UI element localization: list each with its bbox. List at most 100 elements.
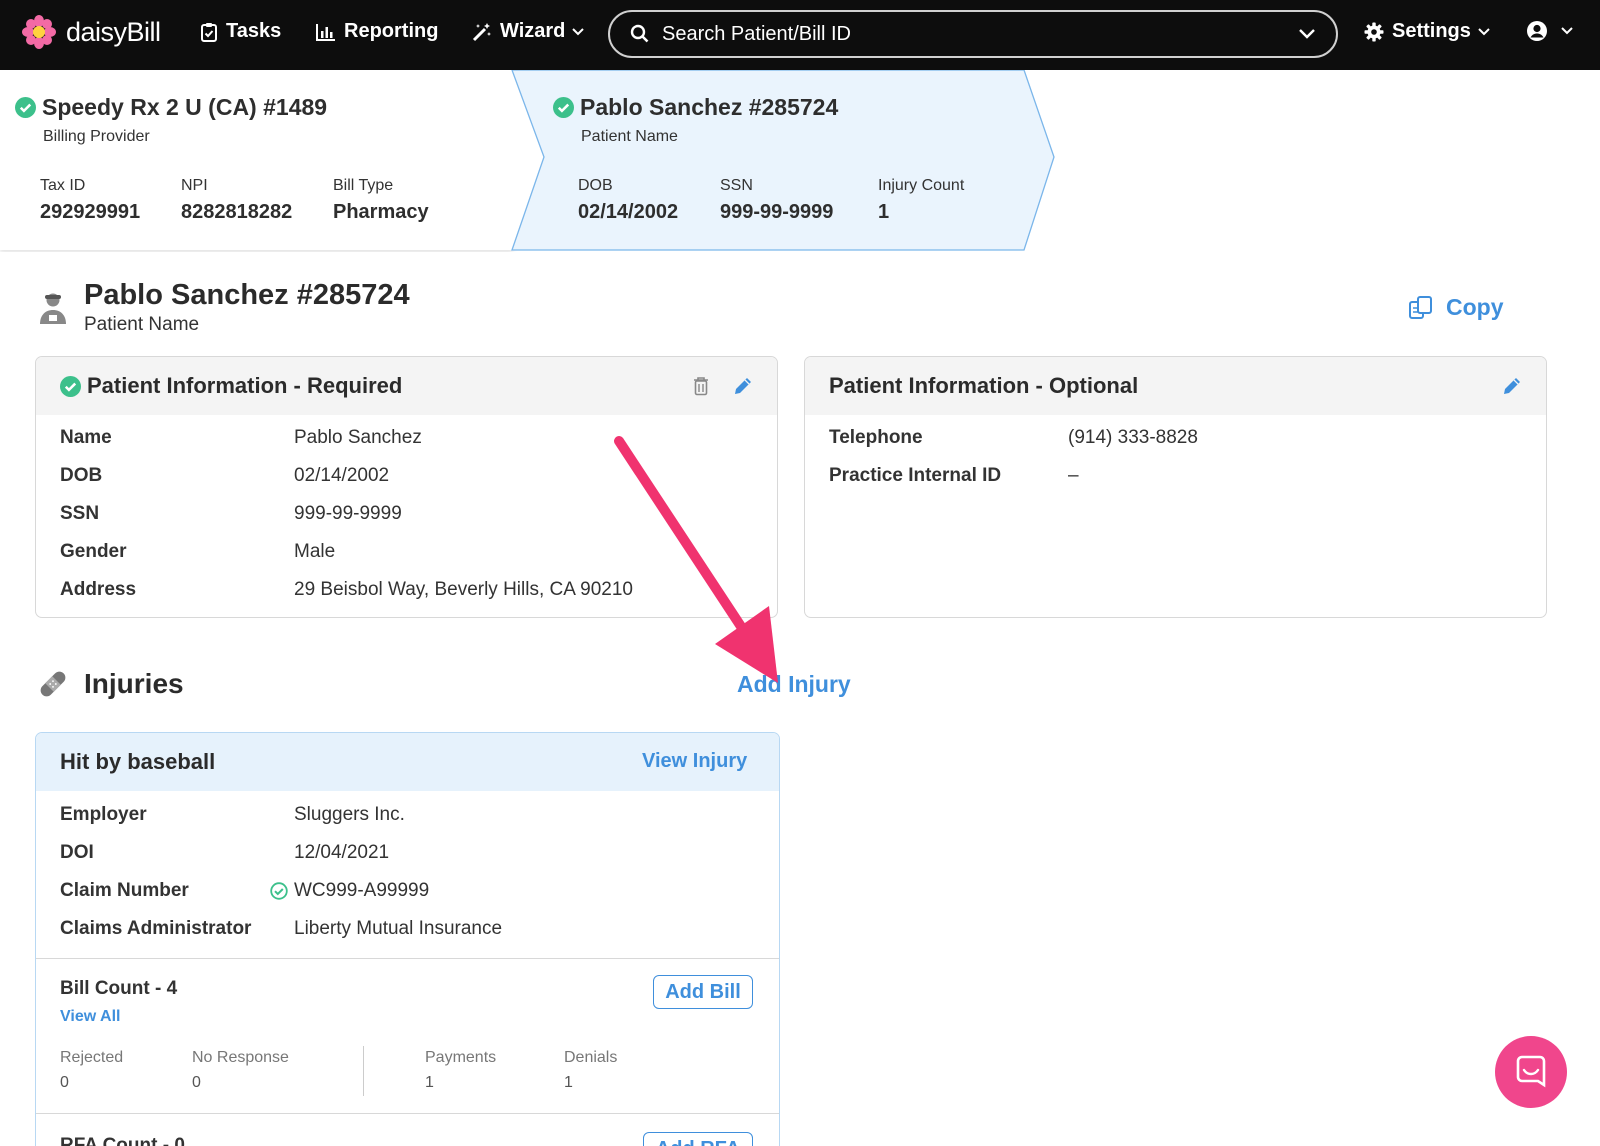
dob-value: 02/14/2002	[578, 201, 679, 223]
row-value: Sluggers Inc.	[294, 804, 405, 825]
add-injury-link[interactable]: Add Injury	[737, 671, 851, 698]
npi-value: 8282818282	[181, 201, 293, 223]
row-label: Claims Administrator	[60, 918, 252, 939]
bill-type-label: Bill Type	[333, 177, 394, 194]
row-label: Name	[60, 427, 112, 448]
bill-count-label: Bill Count - 4	[60, 978, 178, 999]
card-title: Patient Information - Required	[87, 373, 403, 398]
patient-crumb-title: Pablo Sanchez #285724	[553, 94, 838, 121]
row-value: Pablo Sanchez	[294, 427, 422, 448]
stat-rejected-value: 0	[60, 1074, 69, 1091]
patient-bill-search[interactable]	[608, 10, 1338, 58]
row-label: Gender	[60, 541, 127, 562]
search-input[interactable]	[662, 22, 1298, 46]
pencil-edit-icon[interactable]	[733, 376, 753, 396]
bill-type-value: Pharmacy	[333, 201, 429, 223]
row-value: Liberty Mutual Insurance	[294, 918, 503, 939]
tax-id-value: 292929991	[40, 201, 141, 223]
row-value: WC999-A99999	[294, 880, 430, 901]
user-account-menu[interactable]	[1526, 20, 1582, 42]
chevron-down-icon[interactable]	[1298, 28, 1316, 40]
stat-no-response-label: No Response	[192, 1049, 289, 1066]
row-label: DOB	[60, 465, 103, 486]
stat-divider	[363, 1046, 364, 1096]
nav-tasks-label: Tasks	[226, 20, 282, 42]
trash-icon[interactable]	[693, 376, 709, 396]
stat-denials-label: Denials	[564, 1049, 618, 1066]
row-label: Address	[60, 579, 137, 600]
patient-info-optional-card: Patient Information - Optional Telephone…	[804, 356, 1547, 618]
row-label: Claim Number	[60, 880, 189, 901]
stat-payments-label: Payments	[425, 1049, 497, 1066]
clipboard-check-icon	[201, 22, 217, 42]
card-header: Patient Information - Optional	[805, 357, 1546, 415]
bandage-icon	[40, 671, 66, 697]
patient-crumb-subtitle: Patient Name	[581, 128, 678, 145]
injury-count-value: 1	[878, 201, 890, 223]
row-label: Telephone	[829, 427, 923, 448]
row-value: 02/14/2002	[294, 465, 390, 486]
row-value: –	[1068, 465, 1079, 486]
ssn-value: 999-99-9999	[720, 201, 834, 223]
rfa-count-label: RFA Count - 0	[60, 1135, 185, 1146]
copy-icon	[1409, 295, 1432, 319]
injury-count-label: Injury Count	[878, 177, 965, 194]
check-circle-outline-icon	[270, 882, 288, 900]
chat-support-button[interactable]	[1495, 1036, 1567, 1108]
row-value: 29 Beisbol Way, Beverly Hills, CA 90210	[294, 579, 633, 600]
magic-wand-icon	[472, 22, 491, 41]
row-value: (914) 333-8828	[1068, 427, 1198, 448]
stat-no-response-value: 0	[192, 1074, 201, 1091]
row-label: Practice Internal ID	[829, 465, 1002, 486]
check-circle-icon	[553, 97, 574, 118]
brand-logo[interactable]: daisyBill	[22, 15, 161, 49]
pencil-edit-icon[interactable]	[1502, 376, 1522, 396]
nav-settings-menu[interactable]: Settings	[1364, 20, 1499, 43]
patient-info-required-card: Patient Information - Required Name Pablo…	[35, 356, 778, 618]
ssn-label: SSN	[720, 177, 753, 194]
view-injury-link[interactable]: View Injury	[642, 750, 747, 773]
injury-title: Hit by baseball	[60, 749, 216, 774]
nav-settings-label: Settings	[1392, 20, 1471, 42]
stat-rejected-label: Rejected	[60, 1049, 124, 1066]
bill-context-breadcrumbs: Speedy Rx 2 U (CA) #1489 Billing Provide…	[0, 70, 1060, 252]
card-title: Patient Information - Optional	[829, 373, 1139, 398]
page-subtitle: Patient Name	[84, 314, 200, 335]
brand-name: daisyBill	[66, 16, 161, 47]
nav-tasks[interactable]: Tasks	[200, 20, 281, 43]
view-all-bills-link[interactable]: View All	[60, 1008, 120, 1026]
copy-button[interactable]: Copy	[1408, 294, 1504, 321]
add-bill-button[interactable]: Add Bill	[653, 975, 753, 1009]
divider	[36, 958, 779, 959]
chat-bubble-icon	[1516, 1055, 1546, 1088]
nav-wizard-label: Wizard	[500, 20, 566, 42]
row-value: 999-99-9999	[294, 503, 402, 524]
chevron-down-icon	[572, 27, 585, 35]
bar-chart-icon	[316, 23, 335, 41]
row-value: 12/04/2021	[294, 842, 390, 863]
nav-wizard-menu[interactable]: Wizard	[472, 20, 593, 43]
provider-subtitle: Billing Provider	[43, 128, 150, 145]
stat-payments-value: 1	[425, 1074, 434, 1091]
add-rfa-button[interactable]: Add RFA	[643, 1132, 753, 1146]
gear-icon	[1364, 22, 1384, 41]
copy-label: Copy	[1446, 294, 1504, 320]
injury-card-header: Hit by baseball View Injury	[36, 733, 779, 791]
row-label: SSN	[60, 503, 100, 524]
stat-denials-value: 1	[564, 1074, 573, 1091]
nav-reporting[interactable]: Reporting	[316, 20, 438, 43]
patient-icon	[40, 293, 66, 324]
check-circle-icon	[15, 97, 36, 118]
chevron-down-icon	[1478, 27, 1490, 35]
chevron-down-icon	[1561, 27, 1573, 35]
injuries-section-title: Injuries	[84, 668, 184, 699]
patient-crumb-name: Pablo Sanchez #285724	[580, 94, 839, 120]
provider-title: Speedy Rx 2 U (CA) #1489	[15, 94, 327, 121]
row-value: Male	[294, 541, 336, 562]
npi-label: NPI	[181, 177, 208, 194]
row-label: DOI	[60, 842, 94, 863]
search-icon	[630, 24, 649, 43]
nav-reporting-label: Reporting	[344, 20, 439, 42]
page-title: Pablo Sanchez #285724	[84, 279, 410, 311]
card-header: Patient Information - Required	[36, 357, 777, 415]
